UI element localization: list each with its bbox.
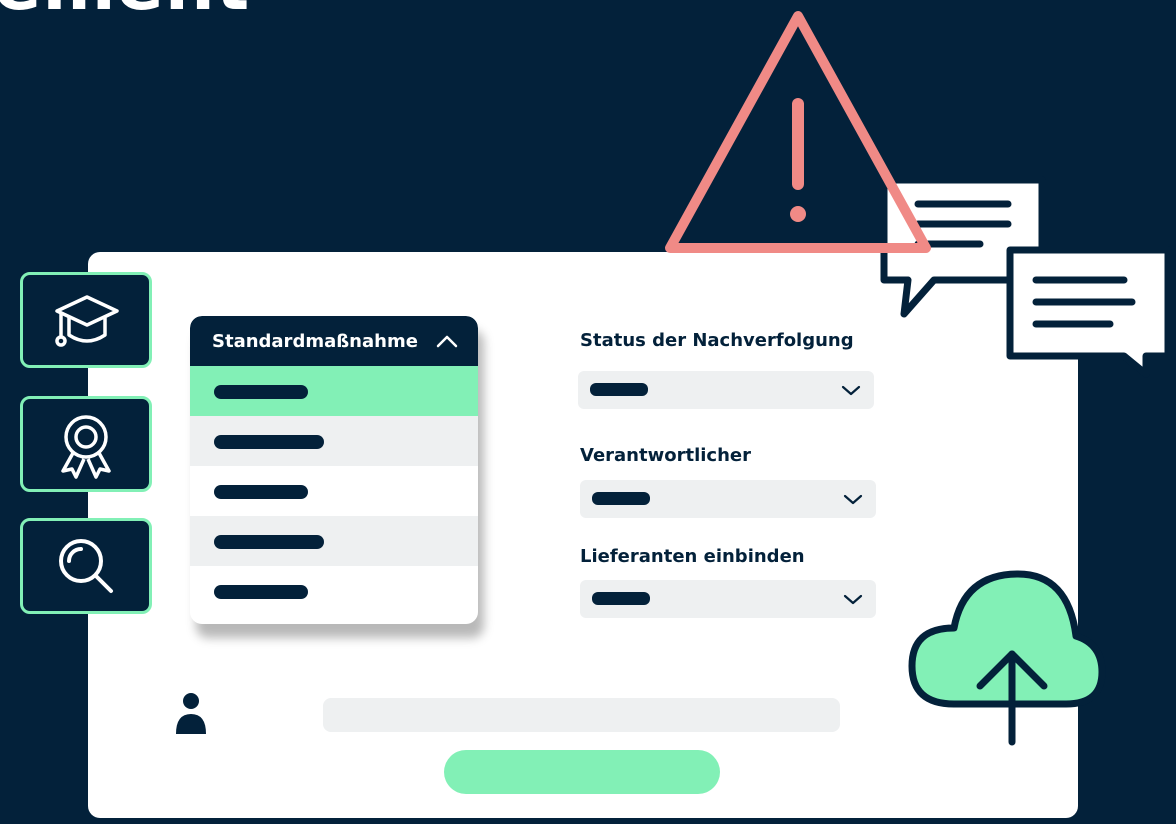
dropdown-option[interactable] (190, 416, 478, 466)
option-placeholder (214, 585, 308, 599)
option-placeholder (214, 535, 324, 549)
search-icon (59, 539, 113, 593)
audit-search-button[interactable] (20, 518, 152, 614)
cloud-upload-icon (908, 570, 1106, 746)
hero-title: ement (0, 0, 250, 20)
responsible-select[interactable] (580, 480, 876, 518)
suppliers-label: Lieferanten einbinden (580, 546, 805, 567)
dropdown-option[interactable] (190, 516, 478, 566)
dropdown-header-label: Standardmaßnahme (212, 330, 418, 352)
suppliers-select[interactable] (580, 580, 876, 618)
option-placeholder (214, 435, 324, 449)
chevron-down-icon (841, 385, 861, 396)
status-label: Status der Nachverfolgung (580, 330, 854, 351)
option-placeholder (214, 485, 308, 499)
status-select[interactable] (578, 371, 874, 409)
select-value-placeholder (590, 383, 648, 396)
warning-triangle-icon (665, 11, 931, 253)
chat-bubble-icon (1006, 246, 1172, 378)
award-rosette-icon (61, 415, 111, 479)
chevron-up-icon (436, 335, 458, 348)
graduation-cap-icon (55, 295, 119, 347)
option-placeholder (214, 385, 308, 399)
submit-button[interactable] (444, 750, 720, 794)
dropdown-option[interactable] (190, 466, 478, 516)
select-value-placeholder (592, 492, 650, 505)
comment-input[interactable] (323, 698, 840, 732)
dropdown-header[interactable]: Standardmaßnahme (190, 316, 478, 366)
chevron-down-icon (843, 594, 863, 605)
certification-button[interactable] (20, 396, 152, 492)
dropdown-option[interactable] (190, 566, 478, 616)
select-value-placeholder (592, 592, 650, 605)
training-button[interactable] (20, 272, 152, 368)
measure-dropdown[interactable]: Standardmaßnahme (190, 316, 478, 624)
responsible-label: Verantwortlicher (580, 445, 751, 466)
chevron-down-icon (843, 494, 863, 505)
dropdown-option[interactable] (190, 366, 478, 416)
user-icon (176, 693, 206, 734)
